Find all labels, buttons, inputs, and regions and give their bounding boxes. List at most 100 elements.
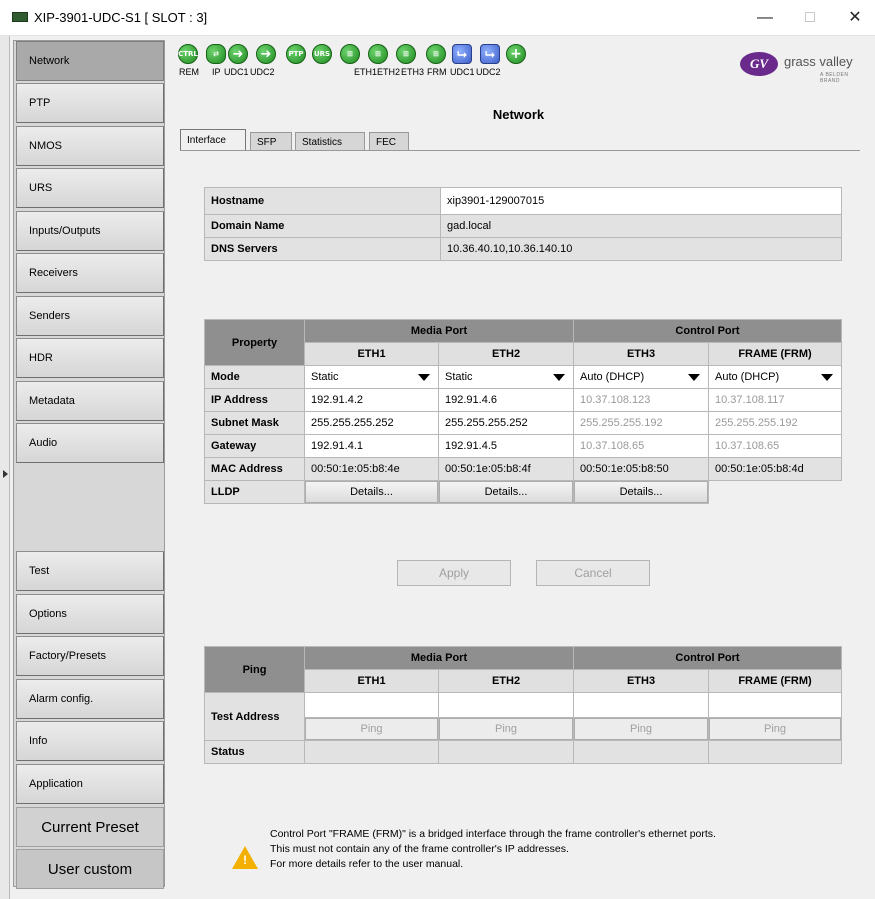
frm-label: FRM <box>427 67 447 77</box>
tab-statistics[interactable]: Statistics <box>295 132 365 151</box>
eth2-gateway-field[interactable]: 192.91.4.5 <box>438 434 574 458</box>
subnet-mask-label: Subnet Mask <box>204 411 305 435</box>
udc1-output-icon[interactable]: ⮡ <box>452 44 472 64</box>
ping-eth2-header: ETH2 <box>438 669 574 693</box>
gv-logo-text: grass valley <box>784 54 853 69</box>
grass-valley-logo: GV grass valley A BELDEN BRAND <box>740 50 860 88</box>
urs-status-icon[interactable]: URS <box>312 44 332 64</box>
eth1-status-value <box>304 740 439 764</box>
sidebar-item-alarm-config[interactable]: Alarm config. <box>16 679 164 719</box>
udc2-label: UDC2 <box>250 67 275 77</box>
sidebar-item-audio[interactable]: Audio <box>16 423 164 463</box>
gv-logo-sub: A BELDEN BRAND <box>820 72 849 84</box>
eth2-mode-value: Static <box>445 371 473 383</box>
sidebar-item-senders[interactable]: Senders <box>16 296 164 336</box>
eth3-label: ETH3 <box>401 67 425 77</box>
control-port-header: Control Port <box>573 319 842 343</box>
ping-table: Ping Media Port Control Port ETH1 ETH2 E… <box>204 646 842 764</box>
chevron-down-icon <box>553 374 565 381</box>
eth3-lldp-cell: Details... <box>573 480 709 504</box>
eth1-test-address-input[interactable] <box>304 692 439 718</box>
ping-header: Ping <box>204 646 305 693</box>
sidebar-item-test[interactable]: Test <box>16 551 164 591</box>
status-icon-bar: CTRL REM ⇄ IP ➜ UDC1 ➜ UDC2 PTP URS ⊞ ET… <box>170 40 867 88</box>
sidebar-item-metadata[interactable]: Metadata <box>16 381 164 421</box>
eth1-mask-field[interactable]: 255.255.255.252 <box>304 411 439 435</box>
frm-ping-button[interactable]: Ping <box>709 718 841 740</box>
sidebar-item-factory-presets[interactable]: Factory/Presets <box>16 636 164 676</box>
udc1-arrow-icon[interactable]: ➜ <box>228 44 248 64</box>
frm-mode-select[interactable]: Auto (DHCP) <box>708 365 842 389</box>
user-custom-button[interactable]: User custom <box>16 849 164 889</box>
sidebar-item-application[interactable]: Application <box>16 764 164 804</box>
domain-name-value: gad.local <box>440 214 842 238</box>
collapse-strip[interactable] <box>0 36 10 899</box>
eth1-gateway-field[interactable]: 192.91.4.1 <box>304 434 439 458</box>
sidebar-item-nmos[interactable]: NMOS <box>16 126 164 166</box>
eth3-mac-value: 00:50:1e:05:b8:50 <box>573 457 709 481</box>
minimize-button[interactable]: — <box>745 6 785 30</box>
ip-status-icon[interactable]: ⇄ <box>206 44 226 64</box>
note-line-2: This must not contain any of the frame c… <box>270 843 569 855</box>
maximize-button[interactable]: □ <box>790 6 830 30</box>
eth2-status-value <box>438 740 574 764</box>
eth3-network-icon[interactable]: ⊞ <box>396 44 416 64</box>
eth3-lldp-details-button[interactable]: Details... <box>574 481 708 503</box>
eth2-ip-field[interactable]: 192.91.4.6 <box>438 388 574 412</box>
dns-servers-value: 10.36.40.10,10.36.140.10 <box>440 237 842 261</box>
expand-arrow-icon[interactable] <box>3 470 8 478</box>
eth2-lldp-details-button[interactable]: Details... <box>439 481 573 503</box>
eth1-ping-button[interactable]: Ping <box>305 718 438 740</box>
eth1-ping-cell: Ping <box>304 717 439 741</box>
frm-ip-field: 10.37.108.117 <box>708 388 842 412</box>
frm-ping-cell: Ping <box>708 717 842 741</box>
eth1-network-icon[interactable]: ⊞ <box>340 44 360 64</box>
udc2-output-icon[interactable]: ⮡ <box>480 44 500 64</box>
tab-interface[interactable]: Interface <box>180 129 246 151</box>
frm-network-icon[interactable]: ⊞ <box>426 44 446 64</box>
udc2-output-label: UDC2 <box>476 67 501 77</box>
ping-control-port-header: Control Port <box>573 646 842 670</box>
sidebar-item-options[interactable]: Options <box>16 594 164 634</box>
mode-label: Mode <box>204 365 305 389</box>
eth3-mode-select[interactable]: Auto (DHCP) <box>573 365 709 389</box>
eth1-ip-field[interactable]: 192.91.4.2 <box>304 388 439 412</box>
eth1-mode-select[interactable]: Static <box>304 365 439 389</box>
eth3-ping-button[interactable]: Ping <box>574 718 708 740</box>
eth2-mask-field[interactable]: 255.255.255.252 <box>438 411 574 435</box>
sidebar-item-ptp[interactable]: PTP <box>16 83 164 123</box>
rem-label: REM <box>179 67 199 77</box>
sidebar-item-hdr[interactable]: HDR <box>16 338 164 378</box>
tab-fec[interactable]: FEC <box>369 132 409 151</box>
eth1-lldp-details-button[interactable]: Details... <box>305 481 438 503</box>
close-button[interactable]: ✕ <box>835 6 875 30</box>
sidebar-item-urs[interactable]: URS <box>16 168 164 208</box>
sidebar: Network PTP NMOS URS Inputs/Outputs Rece… <box>13 40 165 889</box>
chevron-down-icon <box>821 374 833 381</box>
sidebar-item-inputs-outputs[interactable]: Inputs/Outputs <box>16 211 164 251</box>
status-label: Status <box>204 740 305 764</box>
eth2-ping-button[interactable]: Ping <box>439 718 573 740</box>
eth2-mode-select[interactable]: Static <box>438 365 574 389</box>
ptp-status-icon[interactable]: PTP <box>286 44 306 64</box>
hostname-field[interactable]: xip3901-129007015 <box>440 187 842 215</box>
plus-icon[interactable]: + <box>506 44 526 64</box>
cancel-button[interactable]: Cancel <box>536 560 650 586</box>
sidebar-item-network[interactable]: Network <box>16 41 164 81</box>
sidebar-item-info[interactable]: Info <box>16 721 164 761</box>
udc2-arrow-icon[interactable]: ➜ <box>256 44 276 64</box>
dns-servers-label: DNS Servers <box>204 237 441 261</box>
ctrl-status-icon[interactable]: CTRL <box>178 44 198 64</box>
frm-test-address-input[interactable] <box>708 692 842 718</box>
apply-button[interactable]: Apply <box>397 560 511 586</box>
eth3-test-address-input[interactable] <box>573 692 709 718</box>
tab-sfp[interactable]: SFP <box>250 132 292 151</box>
sidebar-item-receivers[interactable]: Receivers <box>16 253 164 293</box>
eth3-gateway-field: 10.37.108.65 <box>573 434 709 458</box>
tab-underline <box>180 150 860 151</box>
eth2-test-address-input[interactable] <box>438 692 574 718</box>
main-panel: CTRL REM ⇄ IP ➜ UDC1 ➜ UDC2 PTP URS ⊞ ET… <box>170 40 867 887</box>
table-row: DNS Servers 10.36.40.10,10.36.140.10 <box>204 237 842 261</box>
table-row: IP Address 192.91.4.2 192.91.4.6 10.37.1… <box>204 388 842 412</box>
eth2-network-icon[interactable]: ⊞ <box>368 44 388 64</box>
